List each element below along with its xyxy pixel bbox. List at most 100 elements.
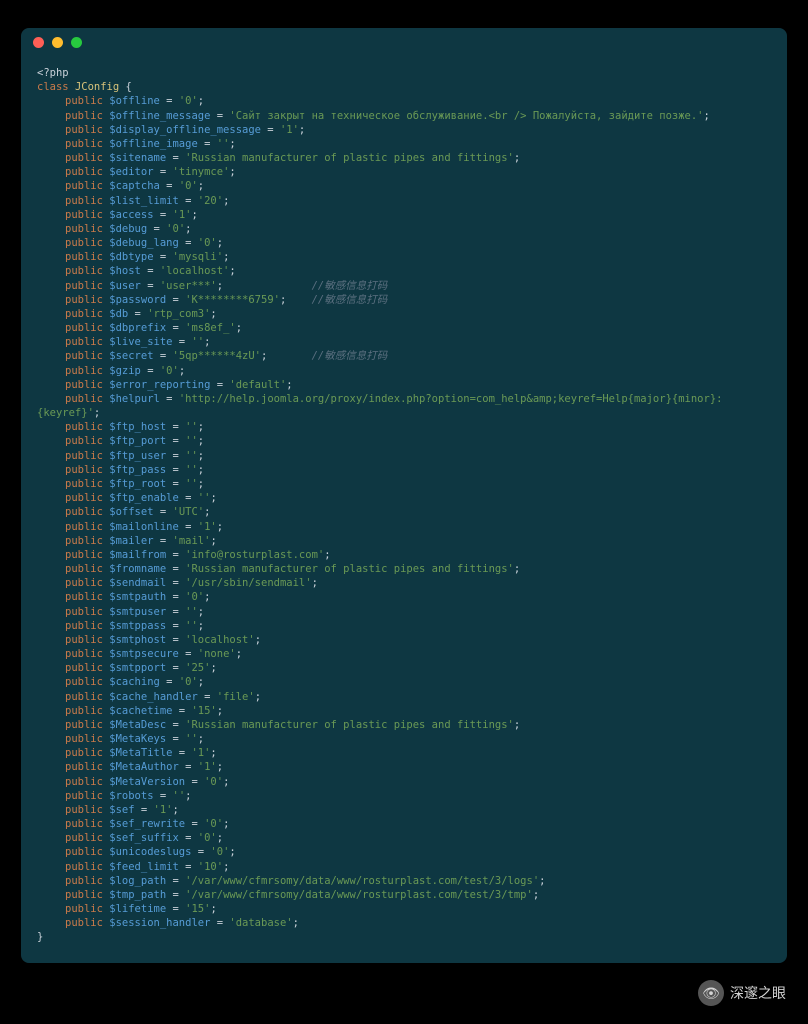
- code-line: public $password = 'K********6759'; //敏感…: [37, 293, 771, 307]
- variable: $offline_message: [109, 110, 210, 122]
- string: '0': [179, 95, 198, 107]
- variable: $captcha: [109, 180, 160, 192]
- code-line: public $sef_rewrite = '0';: [37, 817, 771, 831]
- variable: $gzip: [109, 365, 141, 377]
- code-line: public $user = 'user***'; //敏感信息打码: [37, 279, 771, 293]
- keyword-public: public: [65, 124, 103, 136]
- variable: $mailonline: [109, 521, 179, 533]
- code-line: public $ftp_user = '';: [37, 449, 771, 463]
- keyword-public: public: [65, 903, 103, 915]
- keyword-public: public: [65, 606, 103, 618]
- code-line: public $offline_image = '';: [37, 137, 771, 151]
- string: 'Russian manufacturer of plastic pipes a…: [185, 719, 514, 731]
- code-line: public $fromname = 'Russian manufacturer…: [37, 562, 771, 576]
- string: '': [198, 492, 211, 504]
- keyword-public: public: [65, 818, 103, 830]
- variable: $sef_suffix: [109, 832, 179, 844]
- code-line: public $helpurl = 'http://help.joomla.or…: [37, 392, 771, 406]
- keyword-public: public: [65, 620, 103, 632]
- code-line: public $session_handler = 'database';: [37, 916, 771, 930]
- terminal-window: <?phpclass JConfig { public $offline = '…: [21, 28, 787, 963]
- code-line: public $MetaKeys = '';: [37, 732, 771, 746]
- string: '': [185, 421, 198, 433]
- string: '0': [198, 832, 217, 844]
- code-line: public $access = '1';: [37, 208, 771, 222]
- string: '': [185, 478, 198, 490]
- code-line: public $mailer = 'mail';: [37, 534, 771, 548]
- php-open: <?php: [37, 67, 69, 79]
- class-name: JConfig: [75, 81, 119, 93]
- code-line: public $error_reporting = 'default';: [37, 378, 771, 392]
- variable: $live_site: [109, 336, 172, 348]
- keyword-public: public: [65, 195, 103, 207]
- string: 'ms8ef_': [185, 322, 236, 334]
- keyword-public: public: [65, 889, 103, 901]
- variable: $unicodeslugs: [109, 846, 191, 858]
- variable: $access: [109, 209, 153, 221]
- string: '': [185, 464, 198, 476]
- zoom-icon[interactable]: [71, 37, 82, 48]
- string: {keyref}': [37, 407, 94, 419]
- string: '': [185, 733, 198, 745]
- string: '': [185, 620, 198, 632]
- code-line: public $gzip = '0';: [37, 364, 771, 378]
- string: '1': [198, 761, 217, 773]
- keyword-public: public: [65, 804, 103, 816]
- variable: $ftp_pass: [109, 464, 166, 476]
- code-line: public $mailfrom = 'info@rosturplast.com…: [37, 548, 771, 562]
- code-line: class JConfig {: [37, 80, 771, 94]
- variable: $ftp_user: [109, 450, 166, 462]
- variable: $db: [109, 308, 128, 320]
- keyword-public: public: [65, 691, 103, 703]
- keyword-public: public: [65, 209, 103, 221]
- close-icon[interactable]: [33, 37, 44, 48]
- keyword-public: public: [65, 280, 103, 292]
- string: '10': [198, 861, 223, 873]
- keyword-public: public: [65, 577, 103, 589]
- keyword-public: public: [65, 492, 103, 504]
- keyword-public: public: [65, 535, 103, 547]
- keyword-public: public: [65, 832, 103, 844]
- variable: $MetaTitle: [109, 747, 172, 759]
- keyword-public: public: [65, 294, 103, 306]
- watermark-text: 深邃之眼: [730, 984, 786, 1003]
- string: '': [173, 790, 186, 802]
- code-block: <?phpclass JConfig { public $offline = '…: [21, 56, 787, 963]
- variable: $sef: [109, 804, 134, 816]
- code-line: public $host = 'localhost';: [37, 264, 771, 278]
- string: '0': [204, 776, 223, 788]
- variable: $secret: [109, 350, 153, 362]
- open-brace: {: [126, 81, 132, 93]
- keyword-public: public: [65, 790, 103, 802]
- variable: $dbprefix: [109, 322, 166, 334]
- string: 'file': [217, 691, 255, 703]
- keyword-public: public: [65, 322, 103, 334]
- variable: $smtpport: [109, 662, 166, 674]
- code-line: public $display_offline_message = '1';: [37, 123, 771, 137]
- variable: $offline: [109, 95, 160, 107]
- code-line: public $MetaTitle = '1';: [37, 746, 771, 760]
- variable: $smtpuser: [109, 606, 166, 618]
- variable: $cachetime: [109, 705, 172, 717]
- string: 'Russian manufacturer of plastic pipes a…: [185, 152, 514, 164]
- string: '0': [198, 237, 217, 249]
- code-line: public $ftp_host = '';: [37, 420, 771, 434]
- variable: $ftp_root: [109, 478, 166, 490]
- variable: $fromname: [109, 563, 166, 575]
- comment: //敏感信息打码: [312, 280, 388, 292]
- keyword-public: public: [65, 223, 103, 235]
- string: '': [185, 606, 198, 618]
- code-line: public $MetaVersion = '0';: [37, 775, 771, 789]
- code-line: public $captcha = '0';: [37, 179, 771, 193]
- variable: $offset: [109, 506, 153, 518]
- minimize-icon[interactable]: [52, 37, 63, 48]
- variable: $lifetime: [109, 903, 166, 915]
- string: '0': [160, 365, 179, 377]
- class-keyword: class: [37, 81, 69, 93]
- variable: $ftp_host: [109, 421, 166, 433]
- code-line: public $unicodeslugs = '0';: [37, 845, 771, 859]
- variable: $debug_lang: [109, 237, 179, 249]
- keyword-public: public: [65, 521, 103, 533]
- variable: $user: [109, 280, 141, 292]
- code-line: public $log_path = '/var/www/cfmrsomy/da…: [37, 874, 771, 888]
